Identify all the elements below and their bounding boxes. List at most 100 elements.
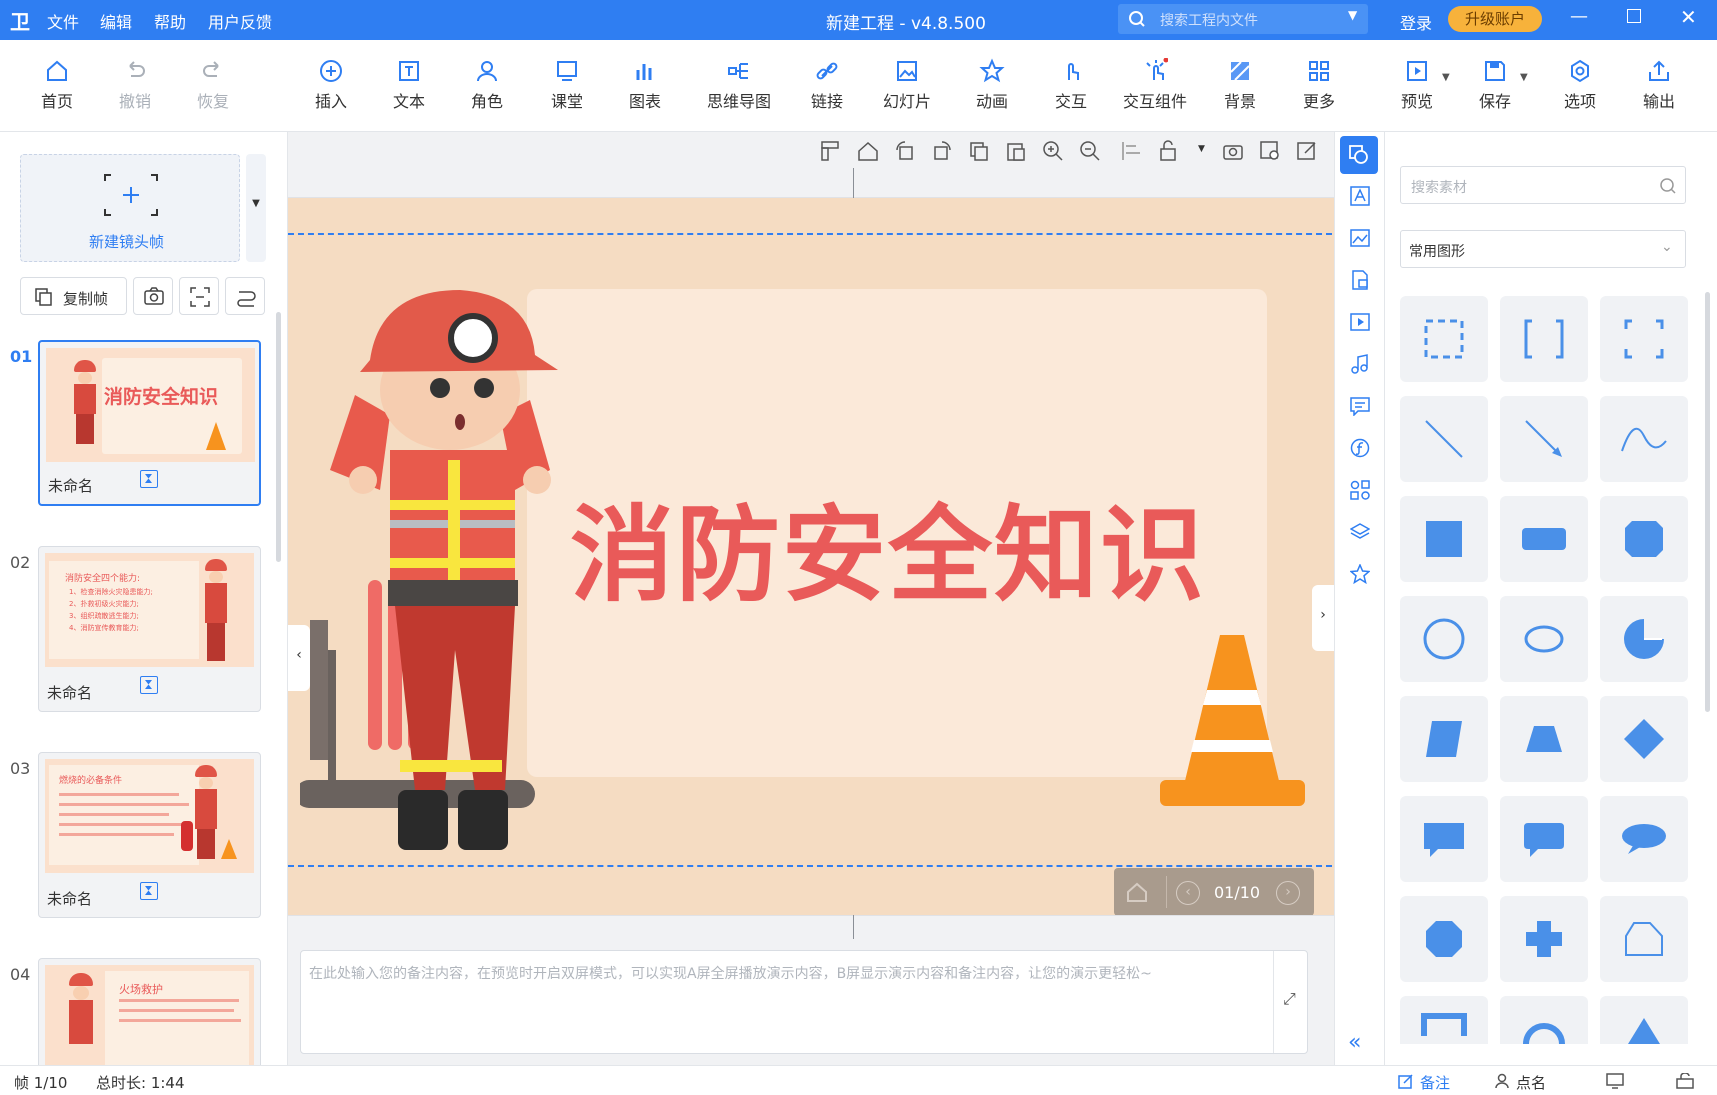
lock-icon[interactable] [1156,138,1182,164]
redo-button[interactable]: 恢复 [178,58,248,112]
user-icon[interactable] [1494,1073,1510,1089]
slides-button[interactable]: 幻灯片 [872,58,942,112]
music-icon[interactable] [1350,354,1370,374]
menu-feedback[interactable]: 用户反馈 [208,9,272,33]
classroom-button[interactable]: 课堂 [532,58,602,112]
frame-panel-scrollbar[interactable] [276,312,281,562]
mindmap-button[interactable]: 思维导图 [698,58,780,112]
image-icon[interactable] [1350,228,1370,248]
shape-callout-rect[interactable] [1400,796,1488,882]
subtitle-icon[interactable] [1350,396,1370,416]
shape-frame[interactable] [1400,996,1488,1044]
new-frame-button[interactable]: 新建镜头帧 [20,154,240,262]
shape-triangle[interactable] [1600,996,1688,1044]
new-frame-dropdown[interactable]: ▼ [246,154,266,262]
lock-dropdown-icon[interactable]: ▼ [1198,144,1205,154]
shape-corner-brackets[interactable] [1600,296,1688,382]
transition-icon[interactable] [140,882,158,900]
screen-icon[interactable] [1606,1073,1624,1089]
shape-octagon[interactable] [1400,896,1488,982]
rotate-right-icon[interactable] [929,138,955,164]
insert-button[interactable]: 插入 [296,58,366,112]
menu-file[interactable]: 文件 [47,9,79,33]
shape-circle[interactable] [1400,596,1488,682]
shape-arch[interactable] [1500,996,1588,1044]
lock-screen-icon[interactable] [1676,1073,1694,1089]
category-select[interactable]: 常用图形 ⌄ [1400,230,1686,268]
shape-diamond[interactable] [1600,696,1688,782]
close-icon[interactable]: ✕ [1680,5,1697,29]
shape-line[interactable] [1400,396,1488,482]
stage-prev-arrow[interactable]: ‹ [288,625,310,691]
frame-thumb-4[interactable]: 火场救护 [38,958,261,1065]
search-icon[interactable] [1659,177,1677,195]
shape-rectangle-outline[interactable] [1400,296,1488,382]
menu-help[interactable]: 帮助 [154,9,186,33]
home-icon[interactable] [1126,881,1148,903]
layers-icon[interactable] [1350,522,1370,542]
project-search[interactable]: 搜索工程内文件 ▼ [1118,4,1368,34]
transition-icon[interactable] [140,470,158,488]
text-button[interactable]: 文本 [374,58,444,112]
notes-toggle[interactable]: 备注 [1420,1072,1450,1093]
link-button[interactable]: 链接 [792,58,862,112]
zoom-in-icon[interactable] [1040,138,1066,164]
transition-icon[interactable] [140,676,158,694]
save-dropdown-icon[interactable]: ▼ [1520,72,1528,83]
shape-brackets[interactable] [1500,296,1588,382]
shapes-tab[interactable] [1340,136,1378,174]
align-icon[interactable] [1119,138,1145,164]
path-button[interactable] [225,277,265,315]
shape-ellipse[interactable] [1500,596,1588,682]
shape-arrow[interactable] [1500,396,1588,482]
more-button[interactable]: 更多 [1284,58,1354,112]
login-button[interactable]: 登录 [1400,10,1432,34]
record-icon[interactable] [1257,138,1283,164]
text-art-icon[interactable] [1350,186,1370,206]
notes-input[interactable]: 在此处输入您的备注内容，在预览时开启双屏模式，可以实现A屏全屏播放演示内容，B屏… [300,950,1308,1054]
export-button[interactable]: 输出 [1624,58,1694,112]
collapse-panel-icon[interactable]: « [1348,1030,1361,1055]
camera-icon[interactable] [1220,138,1246,164]
shape-folded-corner[interactable] [1600,896,1688,982]
edit-icon[interactable] [1294,138,1320,164]
formula-icon[interactable] [1350,438,1370,458]
background-button[interactable]: 背景 [1205,58,1275,112]
document-icon[interactable] [1350,270,1370,290]
interact-button[interactable]: 交互 [1036,58,1106,112]
rotate-left-icon[interactable] [892,138,918,164]
animation-button[interactable]: 动画 [957,58,1027,112]
notes-icon[interactable] [1398,1073,1414,1089]
minimize-icon[interactable]: — [1570,6,1588,27]
shape-parallelogram[interactable] [1400,696,1488,782]
asset-panel-scrollbar[interactable] [1705,292,1710,712]
ruler-icon[interactable] [818,138,844,164]
slide-title[interactable]: 消防安全知识 [570,470,1206,621]
shape-rounded-rectangle[interactable] [1500,496,1588,582]
home-view-icon[interactable] [855,138,881,164]
preview-dropdown-icon[interactable]: ▼ [1442,72,1450,83]
shape-cross[interactable] [1500,896,1588,982]
prev-page-icon[interactable]: ‹ [1176,881,1200,905]
copy-frame-button[interactable]: 复制帧 [20,277,127,315]
rollcall-button[interactable]: 点名 [1516,1072,1546,1093]
favorite-star-icon[interactable] [1350,564,1370,584]
undo-button[interactable]: 撤销 [100,58,170,112]
shape-pie[interactable] [1600,596,1688,682]
widget-button[interactable]: 交互组件 [1115,58,1195,112]
maximize-icon[interactable] [1627,9,1641,23]
save-button[interactable]: 保存 [1460,58,1530,112]
role-button[interactable]: 角色 [452,58,522,112]
zoom-out-icon[interactable] [1077,138,1103,164]
shape-callout-rounded[interactable] [1500,796,1588,882]
options-button[interactable]: 选项 [1545,58,1615,112]
next-page-icon[interactable]: › [1276,881,1300,905]
video-icon[interactable] [1350,312,1370,332]
menu-edit[interactable]: 编辑 [100,9,132,33]
shape-curve[interactable] [1600,396,1688,482]
paste-icon[interactable] [1003,138,1029,164]
shape-square[interactable] [1400,496,1488,582]
shape-octagon-rect[interactable] [1600,496,1688,582]
preview-button[interactable]: 预览 [1382,58,1452,112]
upgrade-button[interactable]: 升级账户 [1448,6,1542,32]
